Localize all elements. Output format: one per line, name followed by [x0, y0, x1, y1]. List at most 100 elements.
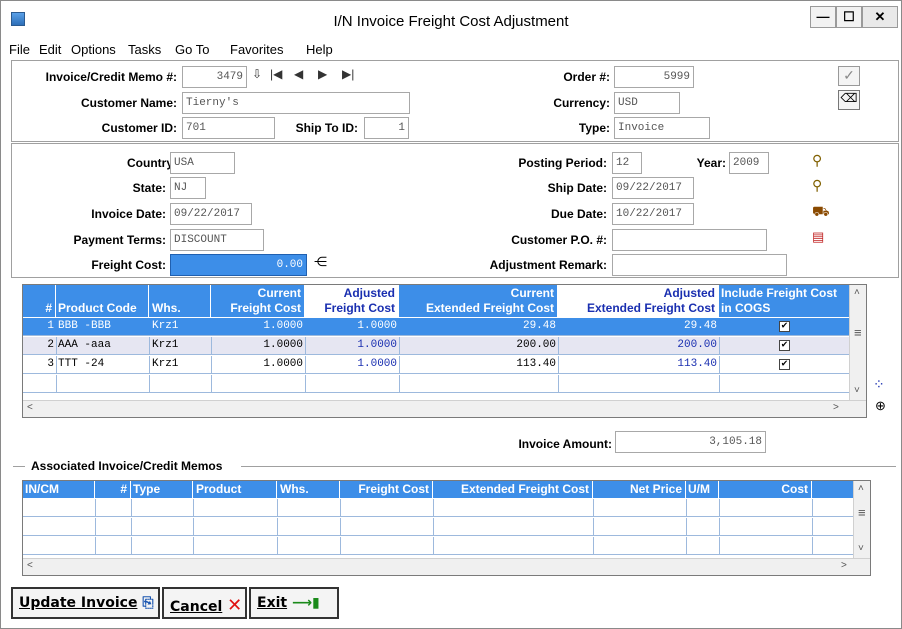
- col-incm[interactable]: IN/CM: [25, 483, 59, 496]
- col-ext-freight-cost[interactable]: Extended Freight Cost: [461, 483, 589, 496]
- row-adj-freight[interactable]: 1.0000: [357, 339, 397, 351]
- scroll-right-icon[interactable]: >: [833, 402, 839, 413]
- col-include-1: Include Freight Cost: [721, 286, 838, 300]
- state-field[interactable]: NJ: [170, 177, 206, 199]
- payment-terms-field[interactable]: DISCOUNT: [170, 229, 264, 251]
- table-row-empty[interactable]: [23, 375, 849, 393]
- col-product[interactable]: Product: [196, 483, 241, 496]
- binoculars-ship-icon[interactable]: ⚲: [812, 177, 830, 195]
- scroll-up-icon[interactable]: ˄: [854, 287, 860, 298]
- col-assoc-whs[interactable]: Whs.: [280, 483, 309, 496]
- lines-horizontal-scrollbar[interactable]: < >: [23, 400, 866, 417]
- row-adj-freight[interactable]: 1.0000: [357, 358, 397, 370]
- cancel-button[interactable]: Cancel ✕: [162, 587, 247, 619]
- scroll-up-icon[interactable]: ˄: [858, 483, 864, 494]
- scroll-thumb-icon[interactable]: ≡: [858, 505, 866, 520]
- scroll-thumb-icon[interactable]: ≡: [854, 325, 862, 340]
- col-cost[interactable]: Cost: [781, 483, 808, 496]
- assoc-row-empty[interactable]: [23, 499, 853, 517]
- document-icon[interactable]: ▤: [812, 229, 830, 247]
- update-invoice-icon: ⎘: [142, 595, 154, 611]
- adjustment-remark-field[interactable]: [612, 254, 787, 276]
- due-date-field[interactable]: 10/22/2017: [612, 203, 694, 225]
- first-record-icon[interactable]: |◀: [270, 67, 282, 81]
- menu-help[interactable]: Help: [306, 42, 333, 57]
- zoom-icon[interactable]: ⊕: [875, 398, 893, 416]
- customer-id-field[interactable]: 701: [182, 117, 275, 139]
- assoc-vertical-scrollbar[interactable]: ˄ ≡ ˅: [853, 481, 870, 558]
- assoc-horizontal-scrollbar[interactable]: < >: [23, 558, 870, 575]
- menu-options[interactable]: Options: [71, 42, 116, 57]
- binoculars-icon[interactable]: ⚲: [812, 152, 830, 170]
- lines-grid-header: # Product Code Whs. Current Freight Cost …: [23, 285, 849, 317]
- ship-to-field[interactable]: 1: [364, 117, 409, 139]
- assoc-row-empty[interactable]: [23, 537, 853, 555]
- lookup-down-icon[interactable]: ⇩: [252, 67, 262, 81]
- ship-date-field[interactable]: 09/22/2017: [612, 177, 694, 199]
- eraser-icon[interactable]: ⌫: [838, 90, 860, 110]
- maximize-button[interactable]: ☐: [836, 6, 862, 28]
- shipping-icon[interactable]: ⛟: [812, 203, 830, 221]
- row-cur-freight: 1.0000: [263, 320, 303, 332]
- row-adj-ext[interactable]: 29.48: [684, 320, 717, 332]
- update-invoice-button[interactable]: Update Invoice ⎘: [11, 587, 160, 619]
- menu-favorites[interactable]: Favorites: [230, 42, 283, 57]
- dots-icon[interactable]: ⁘: [873, 376, 891, 394]
- order-number-field[interactable]: 5999: [614, 66, 694, 88]
- invoice-number-field[interactable]: 3479: [182, 66, 247, 88]
- row-cur-freight: 1.0000: [263, 358, 303, 370]
- posting-period-field[interactable]: 12: [612, 152, 642, 174]
- col-type[interactable]: Type: [133, 483, 160, 496]
- col-adj-freight-2[interactable]: Freight Cost: [324, 302, 395, 315]
- invoice-date-field[interactable]: 09/22/2017: [170, 203, 252, 225]
- include-cogs-checkbox[interactable]: ✔: [779, 340, 790, 351]
- menu-file[interactable]: File: [9, 42, 30, 57]
- ship-to-label: Ship To ID:: [295, 121, 358, 135]
- customer-po-field[interactable]: [612, 229, 767, 251]
- col-assoc-num[interactable]: #: [120, 483, 127, 496]
- col-cur-ext-2[interactable]: Extended Freight Cost: [426, 302, 554, 315]
- row-num: 2: [47, 339, 54, 351]
- exit-button[interactable]: Exit ⟶▮: [249, 587, 339, 619]
- scroll-down-icon[interactable]: ˅: [854, 385, 860, 396]
- col-um[interactable]: U/M: [688, 483, 710, 496]
- customer-name-field[interactable]: Tierny's: [182, 92, 410, 114]
- prev-record-icon[interactable]: ◀: [294, 67, 303, 81]
- menu-edit[interactable]: Edit: [39, 42, 61, 57]
- col-include-2[interactable]: in COGS: [721, 302, 770, 315]
- table-row[interactable]: 3 TTT -24 Krz1 1.0000 1.0000 113.40 113.…: [23, 356, 849, 374]
- col-adj-ext-2[interactable]: Extended Freight Cost: [587, 302, 715, 315]
- col-net-price[interactable]: Net Price: [630, 483, 682, 496]
- currency-field[interactable]: USD: [614, 92, 680, 114]
- include-cogs-checkbox[interactable]: ✔: [779, 359, 790, 370]
- assoc-row-empty[interactable]: [23, 518, 853, 536]
- col-product-code[interactable]: Product Code: [58, 302, 137, 315]
- scroll-down-icon[interactable]: ˅: [858, 543, 864, 554]
- freight-cost-field[interactable]: 0.00: [170, 254, 307, 276]
- col-freight-cost[interactable]: Freight Cost: [358, 483, 429, 496]
- scroll-left-icon[interactable]: <: [27, 560, 33, 571]
- menu-goto[interactable]: Go To: [175, 42, 209, 57]
- row-adj-ext[interactable]: 200.00: [677, 339, 717, 351]
- scroll-left-icon[interactable]: <: [27, 402, 33, 413]
- country-field[interactable]: USA: [170, 152, 235, 174]
- row-adj-freight[interactable]: 1.0000: [357, 320, 397, 332]
- table-row[interactable]: 1 BBB -BBB Krz1 1.0000 1.0000 29.48 29.4…: [23, 318, 849, 336]
- row-cur-ext: 113.40: [516, 358, 556, 370]
- close-button[interactable]: ✕: [862, 6, 898, 28]
- type-field[interactable]: Invoice: [614, 117, 710, 139]
- next-record-icon[interactable]: ▶: [318, 67, 327, 81]
- minimize-button[interactable]: —: [810, 6, 836, 28]
- lines-vertical-scrollbar[interactable]: ˄ ≡ ˅: [849, 285, 866, 400]
- include-cogs-checkbox[interactable]: ✔: [779, 321, 790, 332]
- distribute-icon[interactable]: ⋲: [314, 254, 332, 272]
- table-row[interactable]: 2 AAA -aaa Krz1 1.0000 1.0000 200.00 200…: [23, 337, 849, 355]
- row-adj-ext[interactable]: 113.40: [677, 358, 717, 370]
- col-cur-freight-2[interactable]: Freight Cost: [230, 302, 301, 315]
- last-record-icon[interactable]: ▶|: [342, 67, 354, 81]
- year-field[interactable]: 2009: [729, 152, 769, 174]
- col-whs[interactable]: Whs.: [152, 302, 181, 315]
- scroll-right-icon[interactable]: >: [841, 560, 847, 571]
- menu-tasks[interactable]: Tasks: [128, 42, 161, 57]
- accept-check-icon[interactable]: ✓: [838, 66, 860, 86]
